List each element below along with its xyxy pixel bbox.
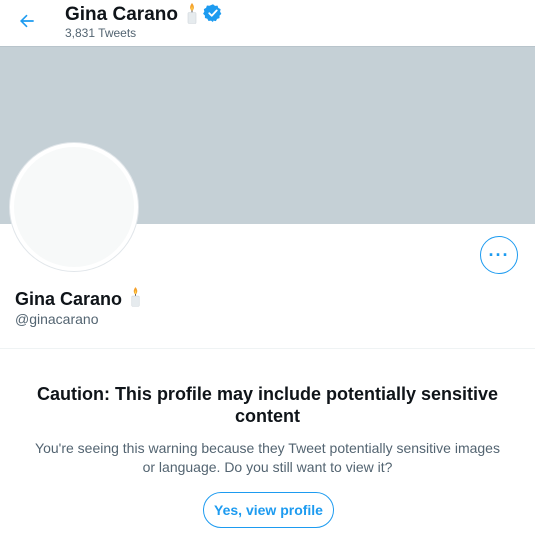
sensitive-warning-title: Caution: This profile may include potent…: [36, 384, 499, 426]
profile-name: Gina Carano: [15, 288, 123, 309]
candle-icon: [128, 286, 143, 312]
profile-name-row: Gina Carano: [15, 286, 143, 312]
tweet-count: 3,831 Tweets: [65, 26, 137, 40]
divider: [0, 348, 535, 349]
header-title: Gina Carano: [65, 4, 178, 25]
header-title-row: Gina Carano: [65, 2, 223, 28]
verified-badge-icon: [203, 3, 223, 28]
more-options-button[interactable]: ···: [480, 236, 518, 274]
sensitive-warning-body: You're seeing this warning because they …: [35, 440, 500, 475]
back-button[interactable]: [12, 6, 42, 36]
profile-handle: @ginacarano: [15, 311, 99, 327]
view-profile-button[interactable]: Yes, view profile: [203, 492, 334, 528]
arrow-left-icon: [20, 14, 34, 28]
profile-header: Gina Carano 3,831 Tweets: [0, 0, 535, 46]
avatar[interactable]: [10, 143, 138, 271]
candle-icon: [184, 2, 200, 29]
more-horizontal-icon: ···: [488, 244, 510, 265]
